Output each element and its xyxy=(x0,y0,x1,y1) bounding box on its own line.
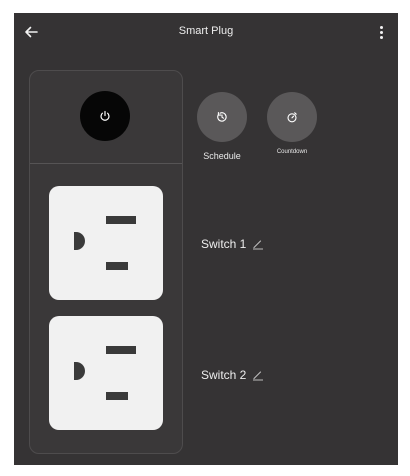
outlet-1[interactable] xyxy=(49,186,163,300)
more-vertical-icon xyxy=(379,25,383,29)
schedule-button[interactable] xyxy=(197,92,247,142)
outlet-slot xyxy=(106,262,128,270)
countdown-button[interactable] xyxy=(267,92,317,142)
outlet-slot xyxy=(106,346,136,354)
switch-2-label: Switch 2 xyxy=(201,368,247,382)
pencil-icon[interactable] xyxy=(252,238,264,250)
switch-2-row: Switch 2 xyxy=(201,368,264,382)
switch-1-label: Switch 1 xyxy=(201,237,247,251)
power-icon xyxy=(100,110,110,121)
schedule-label: Schedule xyxy=(203,151,241,161)
panel-divider xyxy=(30,163,182,164)
outlet-slot xyxy=(106,216,136,224)
switch-1-row: Switch 1 xyxy=(201,237,264,251)
pencil-icon[interactable] xyxy=(252,369,264,381)
page-title: Smart Plug xyxy=(178,25,234,37)
timer-icon xyxy=(287,112,297,123)
clock-icon xyxy=(217,112,227,122)
ground-hole xyxy=(74,362,85,380)
top-app-bar: Smart Plug xyxy=(14,13,398,51)
power-strip-panel xyxy=(29,70,183,454)
more-options-button[interactable] xyxy=(376,21,386,43)
countdown-label: Countdown xyxy=(276,149,308,155)
ground-hole xyxy=(74,232,85,250)
outlet-2[interactable] xyxy=(49,316,163,430)
master-power-button[interactable] xyxy=(80,91,130,141)
outlet-slot xyxy=(106,392,128,400)
smart-plug-screen: Smart Plug Schedule Countdown Switch 1 S… xyxy=(14,13,398,465)
